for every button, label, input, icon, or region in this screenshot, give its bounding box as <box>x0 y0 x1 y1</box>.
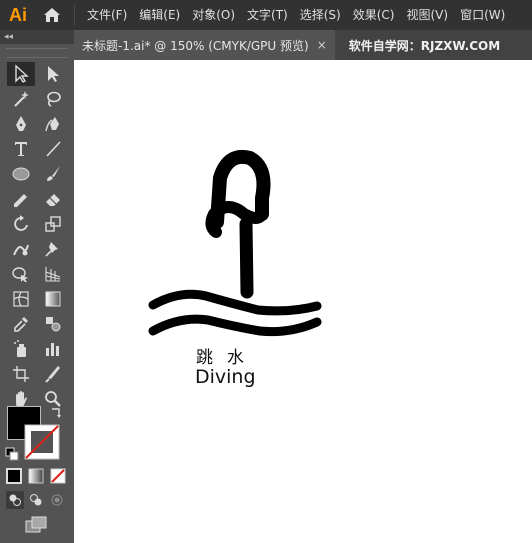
diving-pictogram <box>148 150 322 337</box>
diver-leg-stroke <box>239 217 254 299</box>
wave-upper-stroke <box>148 289 322 316</box>
wave-lower-stroke <box>148 314 322 337</box>
pictogram-label-chinese: 跳水 <box>196 348 258 368</box>
pictogram-label-english: Diving <box>195 366 256 388</box>
